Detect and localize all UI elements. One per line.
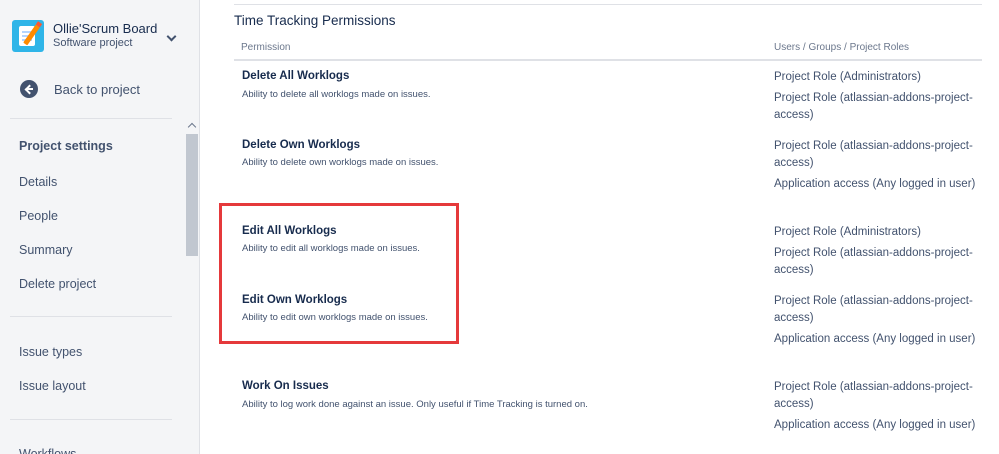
sidebar-scroll-thumb[interactable] xyxy=(186,134,198,256)
sidebar-item-details[interactable]: Details xyxy=(19,174,57,190)
column-header-permission: Permission xyxy=(241,42,291,53)
column-header-users: Users / Groups / Project Roles xyxy=(774,42,910,53)
project-avatar-icon xyxy=(12,20,44,52)
section-title: Time Tracking Permissions xyxy=(234,13,396,28)
arrow-left-icon xyxy=(20,80,38,98)
permission-name: Delete Own Worklogs xyxy=(242,139,361,151)
back-to-project-link[interactable]: Back to project xyxy=(20,79,140,99)
sidebar-item-summary[interactable]: Summary xyxy=(19,242,72,258)
grant-entry: Application access (Any logged in user) xyxy=(774,178,976,190)
sidebar-divider xyxy=(10,316,172,317)
grant-entry: Project Role (atlassian-addons-project-a… xyxy=(774,92,973,121)
sidebar-item-issue-layout[interactable]: Issue layout xyxy=(19,378,86,394)
grant-entry: Project Role (atlassian-addons-project-a… xyxy=(774,140,973,169)
grant-entry: Project Role (atlassian-addons-project-a… xyxy=(774,247,973,276)
sidebar-item-issue-types[interactable]: Issue types xyxy=(19,344,82,360)
permission-name: Delete All Worklogs xyxy=(242,70,350,82)
header-divider xyxy=(234,59,982,61)
back-to-project-label: Back to project xyxy=(54,81,140,97)
permission-description: Ability to delete own worklogs made on i… xyxy=(242,157,439,168)
sidebar-divider xyxy=(10,118,172,119)
grant-entry: Application access (Any logged in user) xyxy=(774,419,976,431)
project-type: Software project xyxy=(53,37,133,49)
permission-description: Ability to delete all worklogs made on i… xyxy=(242,89,431,100)
project-name: Ollie'Scrum Board xyxy=(53,21,158,36)
grant-entry: Project Role (atlassian-addons-project-a… xyxy=(774,295,973,324)
grant-entry: Project Role (atlassian-addons-project-a… xyxy=(774,381,973,410)
sidebar-item-people[interactable]: People xyxy=(19,208,58,224)
project-switcher[interactable]: Ollie'Scrum Board Software project xyxy=(12,18,188,54)
main-content: Time Tracking Permissions Permission Use… xyxy=(200,0,999,454)
grant-entry: Project Role (Administrators) xyxy=(774,226,921,238)
table-top-border xyxy=(234,4,982,5)
grant-entry: Project Role (Administrators) xyxy=(774,71,921,83)
permission-name: Work On Issues xyxy=(242,380,329,392)
permission-description: Ability to log work done against an issu… xyxy=(242,399,588,410)
sidebar-item-delete-project[interactable]: Delete project xyxy=(19,276,96,292)
sidebar: Ollie'Scrum Board Software project Back … xyxy=(0,0,200,454)
sidebar-item-workflows[interactable]: Workflows xyxy=(19,446,76,454)
highlight-box xyxy=(219,203,459,344)
sidebar-heading-project-settings: Project settings xyxy=(19,139,113,153)
grant-entry: Application access (Any logged in user) xyxy=(774,333,976,345)
sidebar-divider xyxy=(10,419,172,420)
